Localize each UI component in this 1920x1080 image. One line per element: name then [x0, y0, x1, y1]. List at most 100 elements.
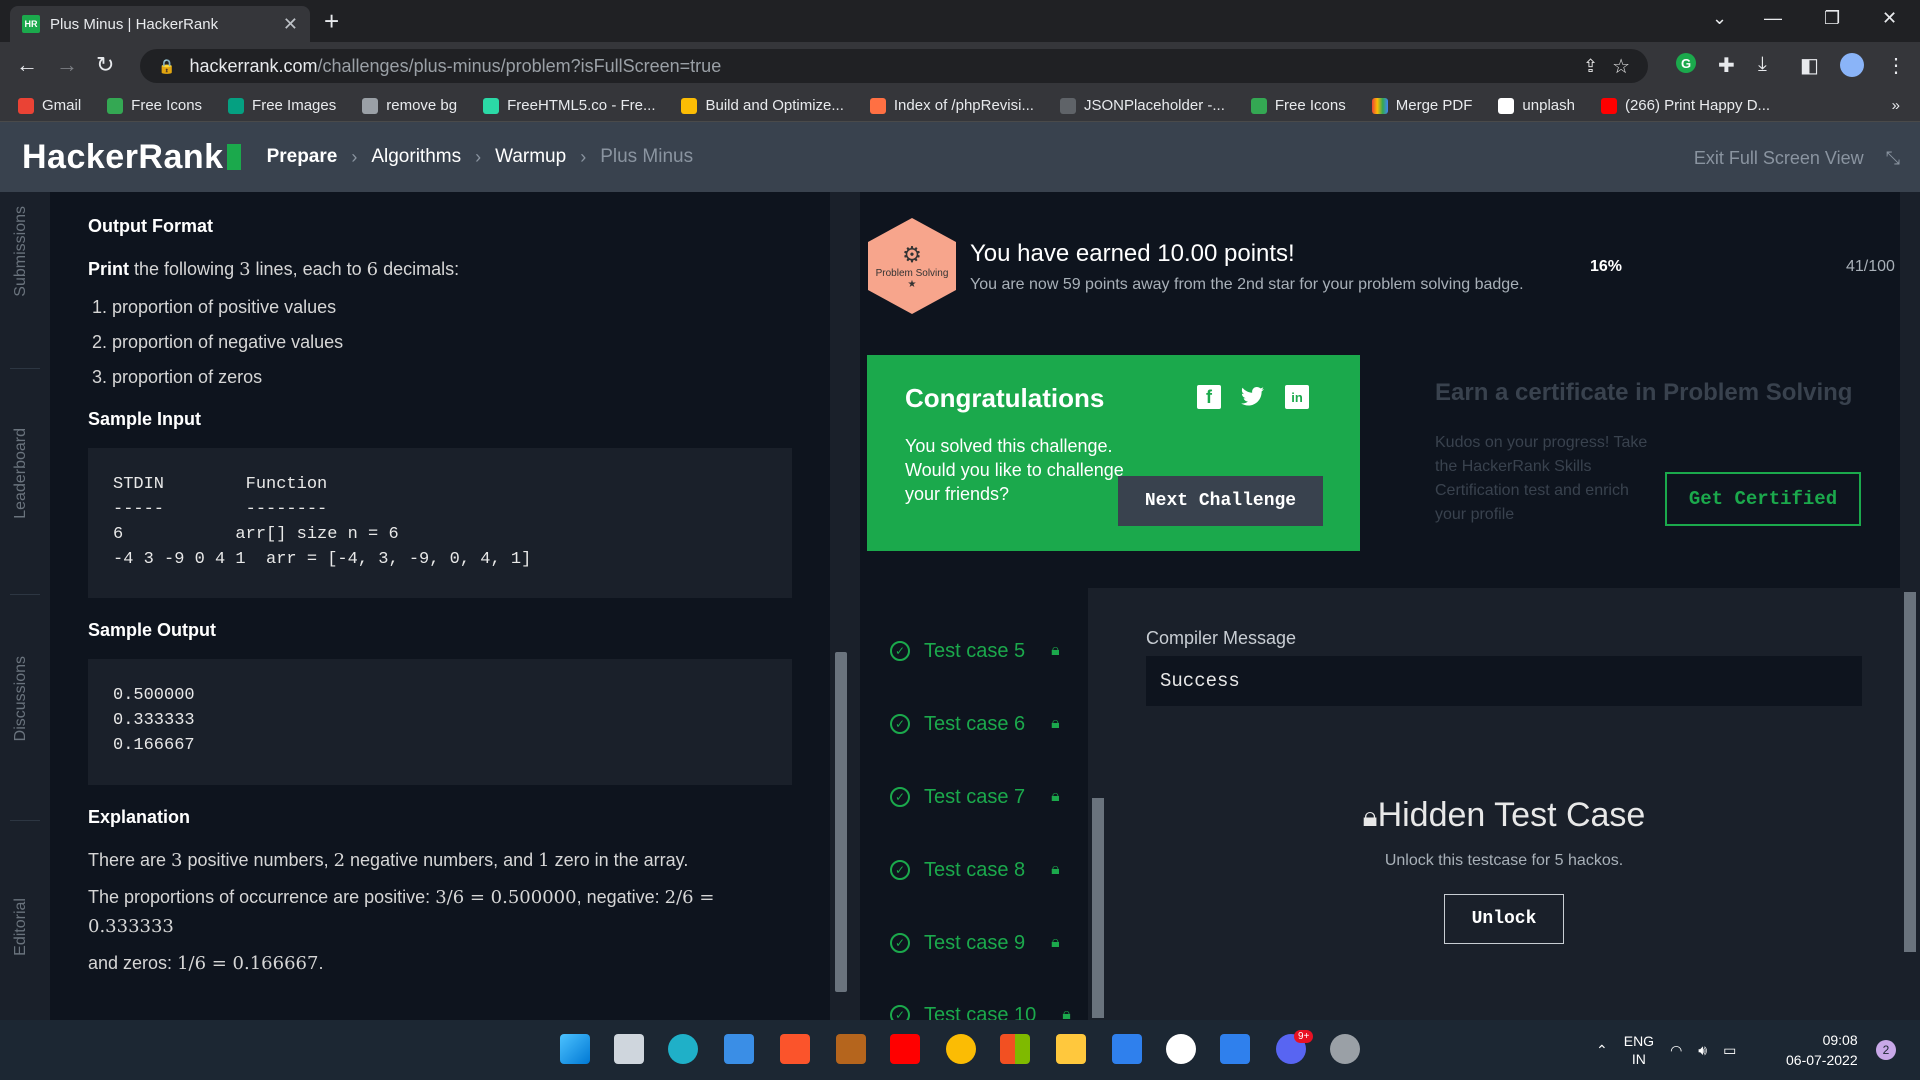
chevron-up-icon[interactable]: ⌃ [1596, 1042, 1608, 1059]
profile-avatar[interactable] [1840, 53, 1864, 77]
shield-icon [107, 97, 124, 114]
unlock-button[interactable]: Unlock [1444, 894, 1564, 944]
twitter-icon[interactable] [1241, 385, 1265, 409]
layers-icon [362, 97, 379, 114]
scrollbar-thumb[interactable] [835, 652, 847, 992]
testcase-item[interactable]: ✓ Test case 10 🔒︎ [890, 1000, 1071, 1020]
hidden-testcase-subtitle: Unlock this testcase for 5 hackos. [1384, 852, 1624, 869]
menu-icon[interactable]: ⋮ [1886, 53, 1906, 78]
bookmark-item[interactable]: FreeHTML5.co - Fre... [483, 97, 655, 114]
testcase-item[interactable]: ✓ Test case 9 🔒︎ [890, 928, 1060, 958]
restore-icon[interactable]: ❐ [1824, 8, 1840, 29]
extensions-icon[interactable]: ✚ [1718, 53, 1735, 78]
progress-percent: 16% [1590, 258, 1623, 275]
check-circle-icon: ✓ [890, 933, 910, 953]
sample-input-heading: Sample Input [88, 409, 202, 429]
tab-search-icon[interactable]: ⌄ [1712, 8, 1727, 29]
more-bookmarks-icon[interactable]: » [1892, 97, 1900, 114]
notification-badge[interactable]: 2 [1876, 1040, 1896, 1060]
start-icon[interactable] [560, 1034, 590, 1064]
scrollbar-thumb[interactable] [1092, 798, 1104, 1018]
nav-leaderboard[interactable]: Leaderboard [12, 428, 30, 519]
next-challenge-button[interactable]: Next Challenge [1118, 476, 1323, 526]
language-indicator[interactable]: ENG IN [1624, 1032, 1654, 1068]
system-tray: ⌃ ENG IN ◠ 🔊︎ ▭ [1596, 1032, 1736, 1068]
wifi-icon[interactable]: ◠ [1670, 1042, 1682, 1059]
bookmark-item[interactable]: Merge PDF [1371, 97, 1472, 114]
bookmark-item[interactable]: unplash [1498, 97, 1575, 114]
minimize-icon[interactable]: — [1764, 8, 1782, 29]
github-icon[interactable] [1166, 1034, 1196, 1064]
bookmark-item[interactable]: remove bg [362, 97, 457, 114]
mail-icon[interactable] [724, 1034, 754, 1064]
settings-icon[interactable] [1330, 1034, 1360, 1064]
pane-resizer[interactable] [852, 192, 860, 1020]
facebook-icon[interactable]: f [1197, 385, 1221, 409]
google-cloud-icon [681, 97, 698, 114]
new-tab-icon[interactable]: + [324, 6, 339, 37]
browser-tab[interactable]: HR Plus Minus | HackerRank ✕ [10, 6, 310, 42]
scrollbar-thumb[interactable] [1904, 592, 1916, 952]
hackerrank-logo[interactable]: HackerRank [22, 138, 224, 177]
store-icon[interactable] [1000, 1034, 1030, 1064]
edge-icon[interactable] [668, 1034, 698, 1064]
bookmark-item[interactable]: JSONPlaceholder -... [1059, 97, 1225, 114]
nav-submissions[interactable]: Submissions [12, 206, 30, 297]
badge-label: Problem Solving [875, 268, 949, 279]
bookmark-item[interactable]: Free Icons [107, 97, 202, 114]
testcase-item[interactable]: ✓ Test case 6 🔒︎ [890, 709, 1060, 739]
close-tab-icon[interactable]: ✕ [283, 14, 298, 35]
bookmark-item[interactable]: Free Icons [1250, 97, 1346, 114]
breadcrumb-algorithms[interactable]: Algorithms [371, 146, 461, 168]
youtube-icon[interactable] [890, 1034, 920, 1064]
url-path: /challenges/plus-minus/problem?isFullScr… [317, 55, 722, 76]
compiler-message-box: Success [1146, 656, 1862, 706]
bookmark-item[interactable]: Free Images [228, 97, 336, 114]
todo-icon[interactable] [1220, 1034, 1250, 1064]
grammarly-icon[interactable]: G [1676, 53, 1696, 73]
get-certified-button[interactable]: Get Certified [1665, 472, 1861, 526]
results-scrollbar[interactable] [1900, 192, 1920, 1020]
bookmark-item[interactable]: Gmail [18, 97, 81, 114]
url-domain: hackerrank.com [189, 55, 318, 76]
exit-fullscreen-button[interactable]: Exit Full Screen View ⤡ [1694, 148, 1900, 169]
joystick-icon: ⚙ [902, 242, 922, 267]
file-explorer-icon[interactable] [1056, 1034, 1086, 1064]
bookmarks-bar: Gmail Free Icons Free Images remove bg F… [0, 90, 1920, 122]
reload-icon[interactable]: ↻ [96, 52, 114, 78]
hackerrank-favicon-icon: HR [22, 15, 40, 33]
bookmark-item[interactable]: (266) Print Happy D... [1600, 97, 1770, 114]
hidden-testcase-title: 🔒︎Hidden Test Case [1362, 796, 1646, 834]
testcase-item[interactable]: ✓ Test case 8 🔒︎ [890, 855, 1060, 885]
linkedin-icon[interactable]: in [1285, 385, 1309, 409]
problem-scrollbar[interactable] [830, 192, 852, 1020]
testcase-item[interactable]: ✓ Test case 7 🔒︎ [890, 782, 1060, 812]
address-bar[interactable]: 🔒 hackerrank.com/challenges/plus-minus/p… [140, 49, 1648, 83]
json-icon [1059, 97, 1076, 114]
vertical-nav: Submissions Leaderboard Discussions Edit… [0, 192, 50, 1020]
app-icon[interactable] [836, 1034, 866, 1064]
clock[interactable]: 09:08 06-07-2022 [1786, 1030, 1858, 1070]
nav-editorial[interactable]: Editorial [12, 898, 30, 956]
share-icon[interactable]: ⇪ [1583, 56, 1598, 77]
breadcrumb-prepare[interactable]: Prepare [267, 146, 338, 168]
download-icon[interactable]: ⤓ [1758, 53, 1767, 76]
battery-icon[interactable]: ▭ [1723, 1042, 1736, 1059]
back-icon[interactable]: ← [16, 52, 38, 78]
nav-discussions[interactable]: Discussions [12, 656, 30, 741]
testcase-scrollbar[interactable] [1088, 588, 1108, 1020]
chrome-icon[interactable] [946, 1034, 976, 1064]
testcase-item[interactable]: ✓ Test case 5 🔒︎ [890, 636, 1060, 666]
close-window-icon[interactable]: ✕ [1882, 8, 1897, 29]
vscode-icon[interactable] [1112, 1034, 1142, 1064]
bookmark-item[interactable]: Build and Optimize... [681, 97, 844, 114]
breadcrumb-warmup[interactable]: Warmup [495, 146, 566, 168]
volume-icon[interactable]: 🔊︎ [1698, 1042, 1707, 1059]
task-view-icon[interactable] [614, 1034, 644, 1064]
pdf-icon [1371, 97, 1388, 114]
bookmark-star-icon[interactable]: ☆ [1612, 54, 1630, 79]
brave-icon[interactable] [780, 1034, 810, 1064]
forward-icon[interactable]: → [56, 52, 78, 78]
side-panel-icon[interactable]: ◧ [1800, 53, 1819, 78]
bookmark-item[interactable]: Index of /phpRevisi... [869, 97, 1034, 114]
